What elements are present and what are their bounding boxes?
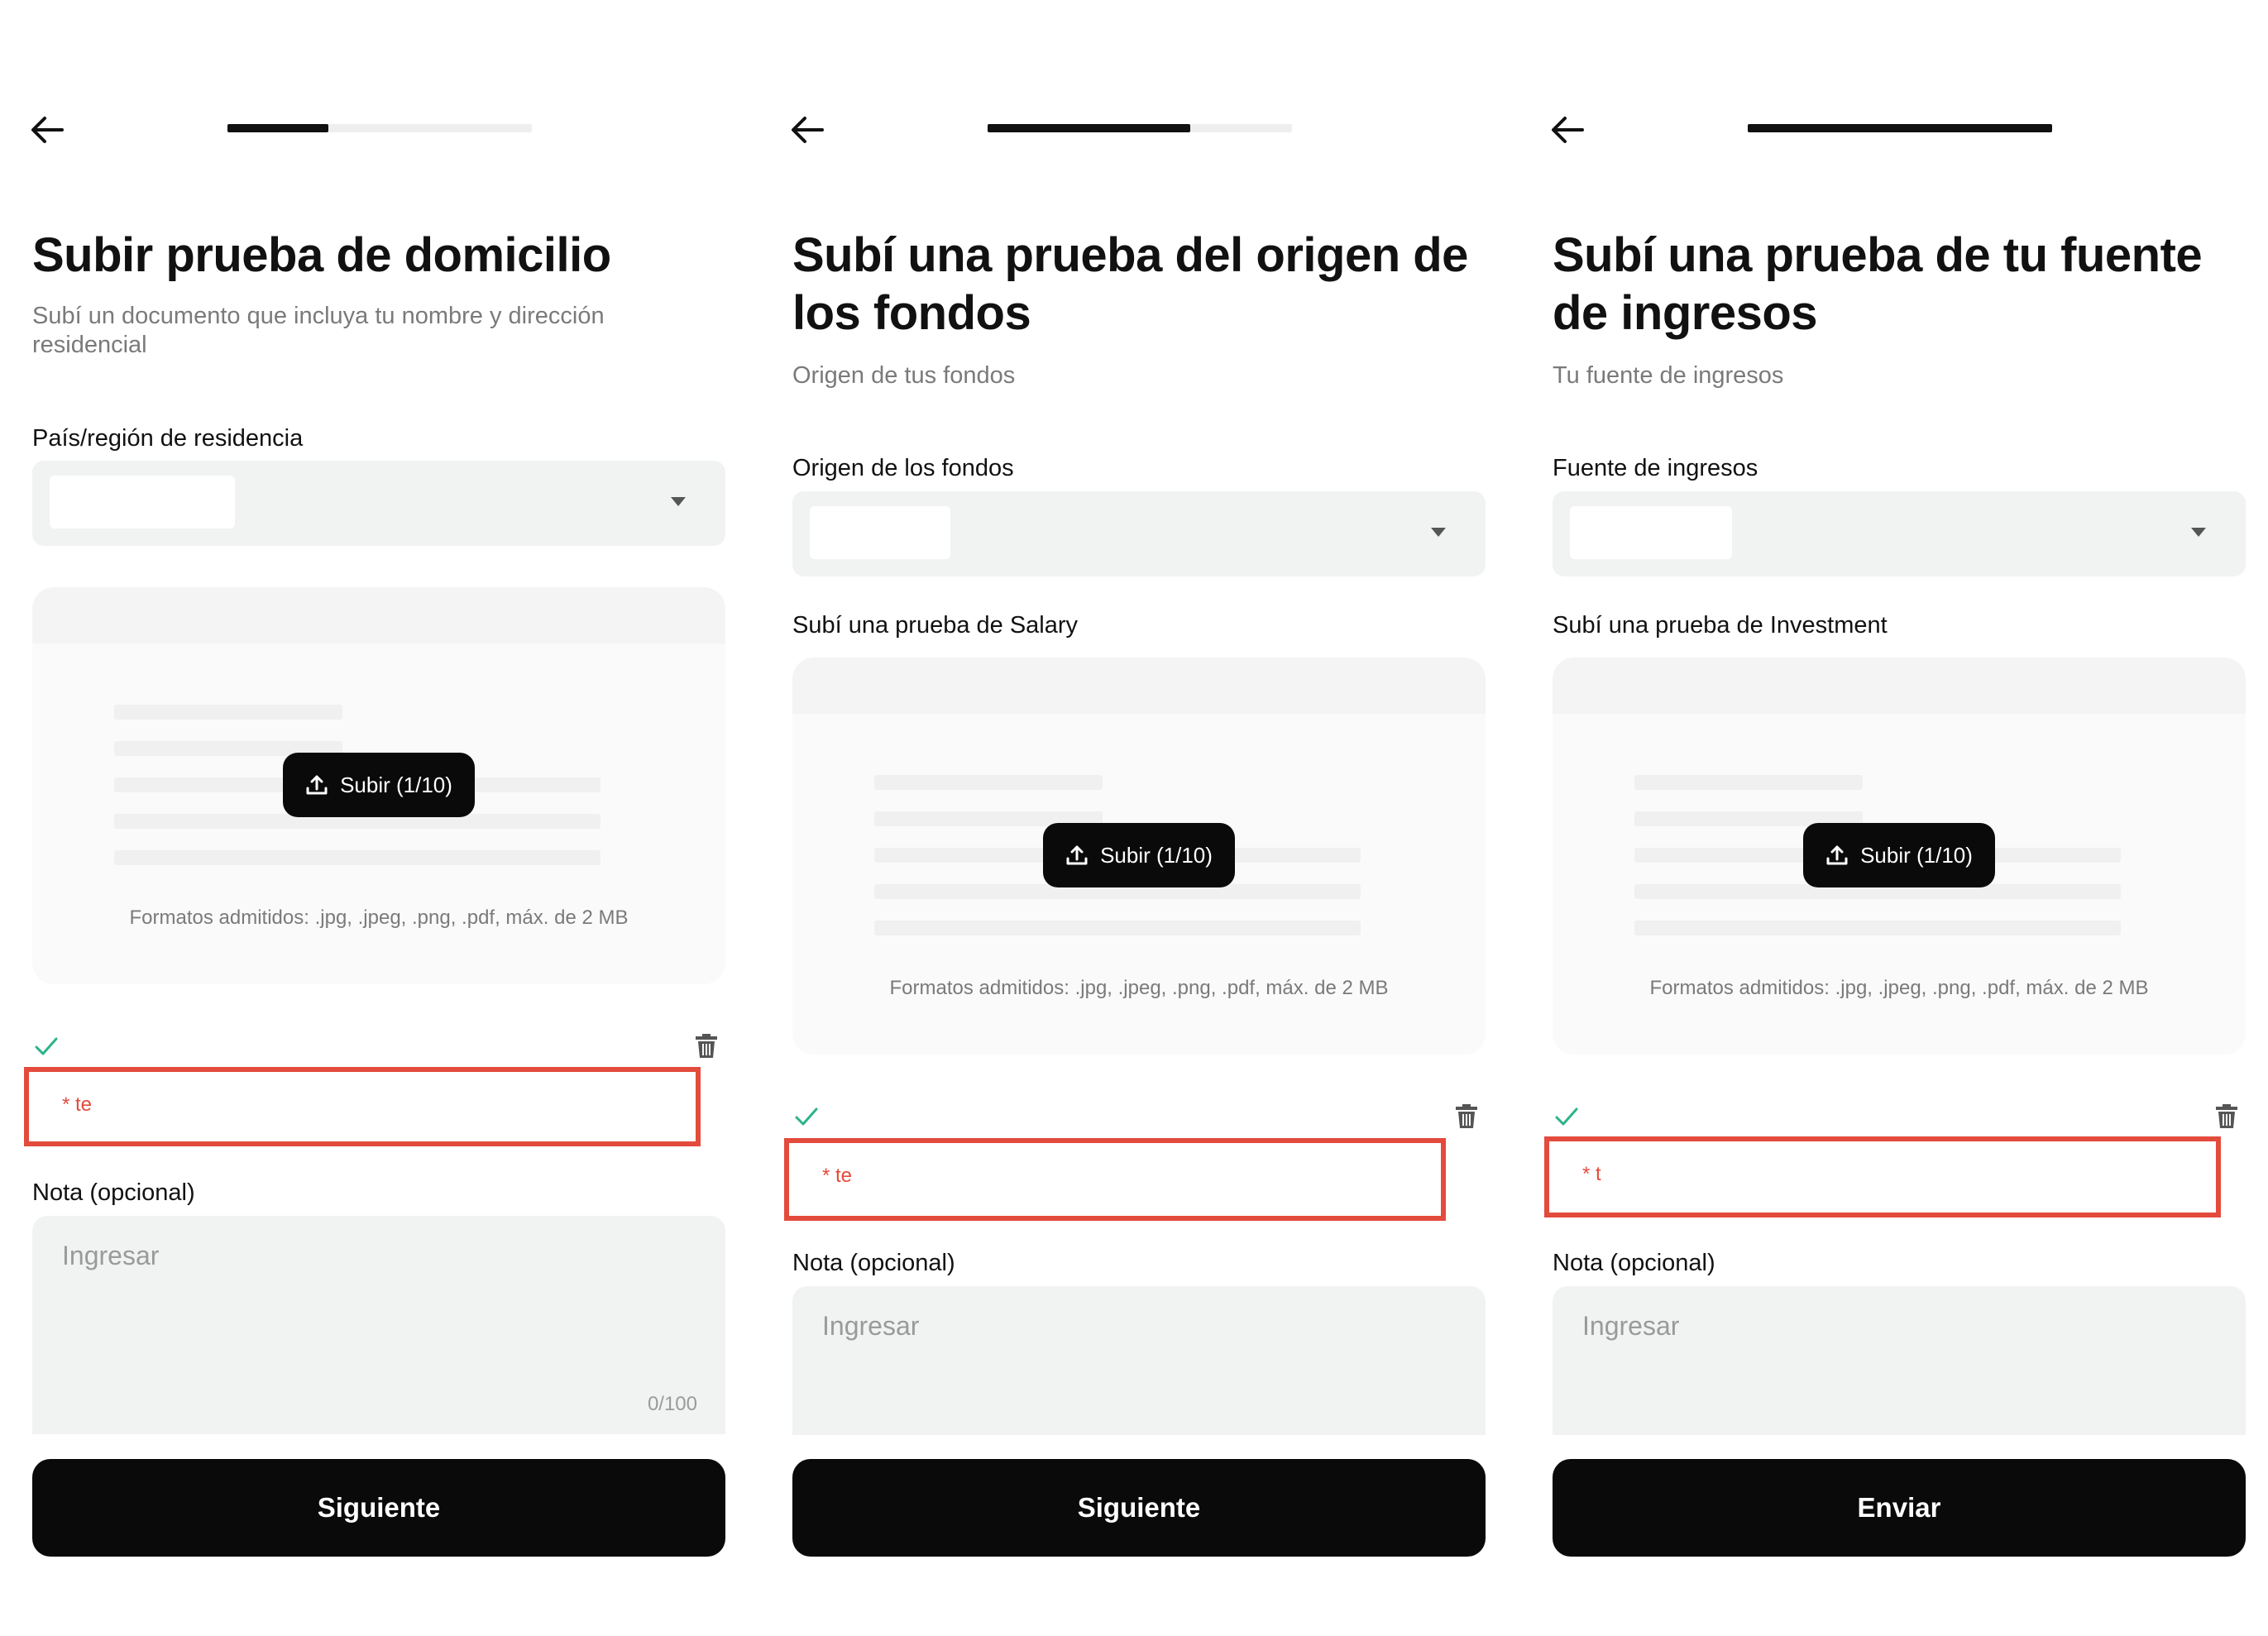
uploaded-file-name: * t [1582,1163,1601,1185]
upload-dropzone[interactable]: Subir (1/10) Formatos admitidos: .jpg, .… [32,587,725,984]
upload-icon [1826,845,1848,865]
upload-button[interactable]: Subir (1/10) [1043,823,1235,887]
upload-button[interactable]: Subir (1/10) [1803,823,1995,887]
source-of-income-select[interactable] [1553,491,2246,576]
note-label: Nota (opcional) [32,1179,195,1206]
upload-button[interactable]: Subir (1/10) [283,753,475,817]
upload-button-label: Subir (1/10) [340,772,452,797]
progress-bar [988,124,1292,132]
document-placeholder-line [874,921,1361,935]
supported-formats: Formatos admitidos: .jpg, .jpeg, .png, .… [129,906,629,929]
upload-icon [306,775,328,795]
upload-label: Subí una prueba de Salary [792,612,1079,639]
document-placeholder-line [114,850,600,865]
document-placeholder-line [1634,775,1863,790]
select-value [810,506,950,559]
note-field[interactable]: 0/100 [32,1216,725,1434]
upload-label: Subí una prueba de Investment [1553,612,1888,639]
progress-fill [1748,124,2052,132]
trash-icon[interactable] [2214,1102,2239,1130]
back-button[interactable] [787,110,827,150]
upload-card-header [792,658,1486,714]
document-placeholder-line [1634,921,2121,935]
check-icon [795,1107,818,1126]
note-field[interactable] [1553,1286,2246,1435]
page-subtitle: Origen de tus fondos [792,362,1016,389]
chevron-down-icon [2191,528,2206,537]
document-placeholder-line [114,705,342,720]
upload-dropzone[interactable]: Subir (1/10) Formatos admitidos: .jpg, .… [792,658,1486,1055]
uploaded-file-row[interactable]: * te [784,1138,1446,1221]
progress-bar [1748,124,2052,132]
page-subtitle: Tu fuente de ingresos [1553,362,1784,389]
upload-icon [1066,845,1088,865]
country-select[interactable] [32,461,725,546]
next-button[interactable]: Siguiente [792,1459,1486,1557]
uploaded-file-name: * te [62,1093,93,1116]
screen-proof-of-address: Subir prueba de domicilio Subí un docume… [24,0,725,1636]
back-button[interactable] [27,110,67,150]
check-icon [1555,1107,1578,1126]
trash-icon[interactable] [1454,1102,1479,1130]
uploaded-file-row[interactable]: * t [1544,1136,2221,1217]
chevron-down-icon [671,497,686,506]
progress-bar [227,124,532,132]
supported-formats: Formatos admitidos: .jpg, .jpeg, .png, .… [1649,977,2149,999]
arrow-left-icon [31,117,64,143]
uploaded-file-row[interactable]: * te [24,1067,701,1146]
progress-fill [227,124,328,132]
upload-button-label: Subir (1/10) [1100,842,1213,868]
screen-source-of-income: Subí una prueba de tu fuente de ingresos… [1544,0,2246,1636]
screen-source-of-funds: Subí una prueba del origen de los fondos… [784,0,1486,1636]
upload-card-header [1553,658,2246,714]
page-title: Subí una prueba de tu fuente de ingresos [1553,228,2203,340]
page-title: Subí una prueba del origen de los fondos [792,228,1468,340]
select-value [1570,506,1732,559]
uploaded-file-name: * te [822,1165,853,1187]
back-button[interactable] [1548,110,1587,150]
note-char-counter: 0/100 [647,1393,697,1415]
upload-dropzone[interactable]: Subir (1/10) Formatos admitidos: .jpg, .… [1553,658,2246,1055]
note-field[interactable] [792,1286,1486,1435]
source-of-funds-select[interactable] [792,491,1486,576]
upload-button-label: Subir (1/10) [1860,842,1973,868]
note-input[interactable] [32,1216,725,1434]
submit-button[interactable]: Enviar [1553,1459,2246,1557]
note-input[interactable] [1553,1286,2246,1435]
page-title: Subir prueba de domicilio [32,228,611,282]
check-icon [35,1037,58,1055]
trash-icon[interactable] [694,1031,719,1060]
supported-formats: Formatos admitidos: .jpg, .jpeg, .png, .… [889,977,1389,999]
document-placeholder-line [874,775,1103,790]
arrow-left-icon [1552,117,1584,143]
source-of-income-label: Fuente de ingresos [1553,455,1758,481]
arrow-left-icon [792,117,824,143]
progress-fill [988,124,1190,132]
note-input[interactable] [792,1286,1486,1435]
country-label: País/región de residencia [32,425,304,452]
page-subtitle: Subí un documento que incluya tu nombre … [32,303,605,358]
next-button[interactable]: Siguiente [32,1459,725,1557]
note-label: Nota (opcional) [792,1250,955,1276]
source-of-funds-label: Origen de los fondos [792,455,1014,481]
upload-card-header [32,587,725,643]
note-label: Nota (opcional) [1553,1250,1715,1276]
select-value [50,476,235,529]
chevron-down-icon [1431,528,1446,537]
